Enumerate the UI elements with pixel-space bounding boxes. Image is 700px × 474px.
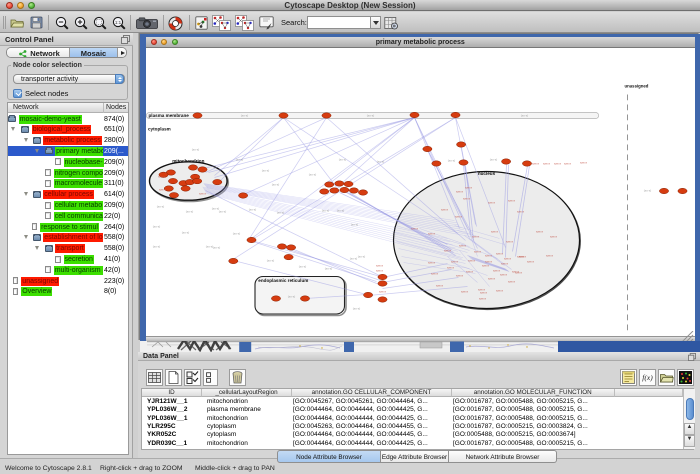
svg-text:(xx-x): (xx-x) — [240, 113, 248, 117]
svg-text:(xx-x): (xx-x) — [185, 209, 193, 213]
svg-text:xxx-x: xxx-x — [465, 185, 472, 189]
svg-text:(xx-x): (xx-x) — [271, 182, 279, 186]
svg-text:xxx-x: xxx-x — [546, 253, 553, 257]
svg-text:(xx-x): (xx-x) — [643, 188, 651, 192]
svg-text:xxx-x: xxx-x — [379, 289, 386, 293]
svg-text:xxx-x: xxx-x — [564, 161, 571, 165]
svg-text:xxx-x: xxx-x — [496, 288, 503, 292]
svg-text:xxx-x: xxx-x — [580, 160, 587, 164]
svg-text:(xx-x): (xx-x) — [336, 208, 344, 212]
svg-text:endoplasmic reticulum: endoplasmic reticulum — [258, 278, 308, 283]
svg-text:(xx-x): (xx-x) — [352, 306, 360, 310]
svg-text:xxx-x: xxx-x — [436, 283, 443, 287]
svg-text:xxx-x: xxx-x — [472, 234, 479, 238]
svg-text:xxx-x: xxx-x — [468, 258, 475, 262]
svg-text:xxx-x: xxx-x — [519, 254, 526, 258]
svg-text:xxx-x: xxx-x — [488, 200, 495, 204]
svg-text:xxx-x: xxx-x — [158, 174, 165, 178]
svg-text:xxx-x: xxx-x — [474, 249, 481, 253]
svg-text:(xx-x): (xx-x) — [357, 254, 365, 258]
svg-text:(xx-x): (xx-x) — [338, 157, 346, 161]
svg-text:xxx-x: xxx-x — [451, 259, 458, 263]
svg-text:(xx-x): (xx-x) — [191, 147, 199, 151]
svg-text:xxx-x: xxx-x — [527, 259, 534, 263]
svg-text:(xx-x): (xx-x) — [308, 172, 316, 176]
svg-text:xxx-x: xxx-x — [159, 187, 166, 191]
svg-text:xxx-x: xxx-x — [488, 276, 495, 280]
svg-text:xxx-x: xxx-x — [482, 263, 489, 267]
svg-text:xxx-x: xxx-x — [456, 273, 463, 277]
svg-text:cytoplasm: cytoplasm — [148, 126, 171, 131]
svg-text:xxx-x: xxx-x — [376, 263, 383, 267]
svg-text:xxx-x: xxx-x — [554, 161, 561, 165]
svg-text:xxx-x: xxx-x — [506, 239, 513, 243]
svg-text:(xx-x): (xx-x) — [212, 245, 220, 249]
svg-text:(xx-x): (xx-x) — [276, 210, 284, 214]
svg-text:xxx-x: xxx-x — [485, 259, 492, 263]
svg-text:xxx-x: xxx-x — [441, 207, 448, 211]
svg-text:xxx-x: xxx-x — [508, 198, 515, 202]
svg-text:(xx-x): (xx-x) — [232, 231, 240, 235]
svg-text:xxx-x: xxx-x — [543, 161, 550, 165]
svg-text:xxx-x: xxx-x — [550, 234, 557, 238]
svg-text:plasma membrane: plasma membrane — [148, 113, 189, 118]
svg-text:(xx-x): (xx-x) — [349, 256, 357, 260]
svg-text:xxx-x: xxx-x — [455, 214, 462, 218]
svg-text:xxx-x: xxx-x — [428, 231, 435, 235]
svg-text:(xx-x): (xx-x) — [376, 159, 384, 163]
svg-text:xxx-x: xxx-x — [504, 256, 511, 260]
svg-text:xxx-x: xxx-x — [466, 269, 473, 273]
svg-text:xxx-x: xxx-x — [456, 189, 463, 193]
svg-text:xxx-x: xxx-x — [508, 279, 515, 283]
svg-text:xxx-x: xxx-x — [485, 253, 492, 257]
svg-text:xxx-x: xxx-x — [431, 271, 438, 275]
svg-text:(xx-x): (xx-x) — [350, 222, 358, 226]
svg-text:(xx-x): (xx-x) — [181, 230, 189, 234]
svg-text:f(x): f(x) — [642, 373, 653, 382]
svg-text:mitochondrion: mitochondrion — [172, 158, 204, 163]
svg-text:xxx-x: xxx-x — [428, 260, 435, 264]
svg-text:(xx-x): (xx-x) — [205, 244, 213, 248]
svg-text:xxx-x: xxx-x — [459, 243, 466, 247]
svg-text:xxx-x: xxx-x — [517, 209, 524, 213]
svg-text:nucleus: nucleus — [477, 171, 495, 176]
svg-text:xxx-x: xxx-x — [496, 251, 503, 255]
svg-text:(xx-x): (xx-x) — [218, 209, 226, 213]
svg-text:(xx-x): (xx-x) — [520, 113, 528, 117]
svg-text:xxx-x: xxx-x — [491, 229, 498, 233]
svg-text:xxx-x: xxx-x — [500, 272, 507, 276]
svg-text:(xx-x): (xx-x) — [152, 224, 160, 228]
svg-text:1:1: 1:1 — [115, 20, 122, 25]
svg-text:xxx-x: xxx-x — [501, 261, 508, 265]
svg-text:xxx-x: xxx-x — [532, 161, 539, 165]
svg-text:(xx-x): (xx-x) — [447, 158, 455, 162]
svg-text:(xx-x): (xx-x) — [489, 157, 497, 161]
svg-text:xxx-x: xxx-x — [411, 226, 418, 230]
svg-text:xxx-x: xxx-x — [376, 268, 383, 272]
svg-text:(xx-x): (xx-x) — [156, 204, 164, 208]
svg-text:(xx-x): (xx-x) — [248, 207, 256, 211]
svg-text:xxx-x: xxx-x — [199, 191, 206, 195]
svg-text:xxx-x: xxx-x — [444, 248, 451, 252]
svg-text:(xx-x): (xx-x) — [298, 264, 306, 268]
svg-text:(xx-x): (xx-x) — [287, 294, 295, 298]
svg-text:(xx-x): (xx-x) — [321, 208, 329, 212]
svg-text:xxx-x: xxx-x — [480, 290, 487, 294]
svg-text:(xx-x): (xx-x) — [152, 244, 160, 248]
svg-text:(xx-x): (xx-x) — [235, 157, 243, 161]
svg-text:xxx-x: xxx-x — [463, 196, 470, 200]
svg-text:unassigned: unassigned — [624, 83, 648, 88]
svg-text:xxx-x: xxx-x — [536, 229, 543, 233]
svg-text:xxx-x: xxx-x — [447, 265, 454, 269]
svg-text:(xx-x): (xx-x) — [261, 168, 269, 172]
svg-text:(xx-x): (xx-x) — [366, 113, 374, 117]
svg-text:(xx-x): (xx-x) — [324, 266, 332, 270]
svg-text:xxx-x: xxx-x — [479, 296, 486, 300]
svg-text:xxx-x: xxx-x — [515, 270, 522, 274]
svg-text:xxx-x: xxx-x — [461, 289, 468, 293]
svg-text:(xx-x): (xx-x) — [266, 258, 274, 262]
